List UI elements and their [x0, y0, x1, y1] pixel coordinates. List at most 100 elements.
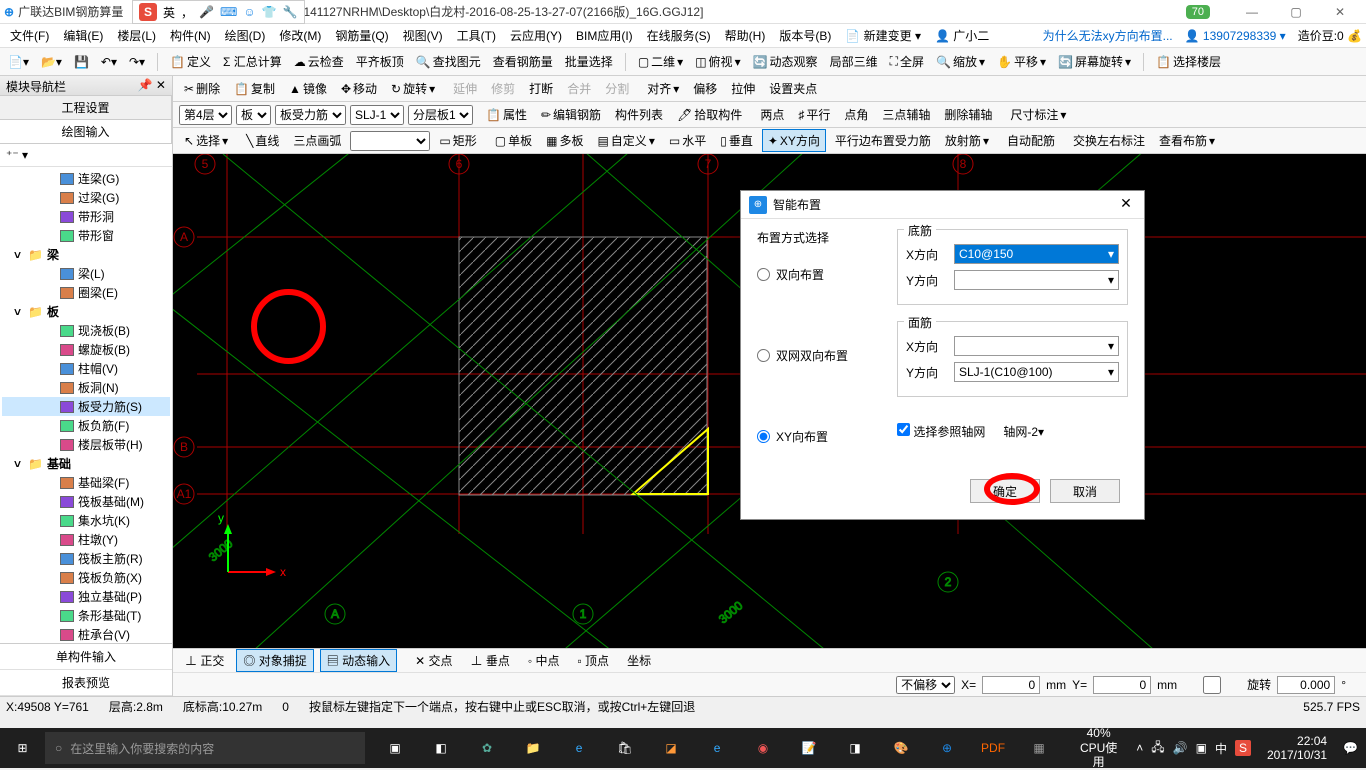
auto-rebar-button[interactable]: 自动配筋	[1002, 130, 1060, 151]
top-view-button[interactable]: ◫ 俯视 ▾	[691, 51, 744, 72]
dialog-close-button[interactable]: ✕	[1116, 195, 1136, 215]
radio-two-way[interactable]: 双向布置	[757, 266, 877, 283]
perpendicular-snap[interactable]: ⊥ 垂点	[464, 650, 515, 671]
single-slab-button[interactable]: ▢ 单板	[490, 130, 537, 151]
tree-node[interactable]: 基础梁(F)	[2, 473, 170, 492]
tree-node[interactable]: 带形窗	[2, 226, 170, 245]
taskbar-app-9[interactable]: PDF	[971, 728, 1015, 768]
tree-node[interactable]: 现浇板(B)	[2, 321, 170, 340]
view-layout-button[interactable]: 查看布筋 ▾	[1154, 130, 1220, 151]
menu-member[interactable]: 构件(N)	[164, 25, 217, 46]
tray-network-icon[interactable]: 🖧	[1151, 738, 1164, 759]
tree-node[interactable]: 螺旋板(B)	[2, 340, 170, 359]
owner-button[interactable]: 👤 广小二	[929, 25, 995, 46]
taskbar-store[interactable]: 🛍	[603, 728, 647, 768]
menu-file[interactable]: 文件(F)	[4, 25, 55, 46]
pan-button[interactable]: ✋ 平移 ▾	[993, 51, 1050, 72]
menu-online[interactable]: 在线服务(S)	[641, 25, 717, 46]
copy-button[interactable]: 📋 复制	[229, 78, 280, 99]
delete-axis-button[interactable]: 删除辅轴	[939, 104, 997, 125]
subtype-select[interactable]: 板受力筋	[275, 105, 346, 125]
taskbar-app-4[interactable]: ◉	[741, 728, 785, 768]
tree-node[interactable]: 筏板主筋(R)	[2, 549, 170, 568]
tree-node[interactable]: ˅📁基础	[2, 454, 170, 473]
cpu-meter[interactable]: 40%CPU使用	[1069, 726, 1128, 769]
2d-button[interactable]: ▢ 二维 ▾	[634, 51, 687, 72]
component-tree[interactable]: 连梁(G)过梁(G)带形洞带形窗˅📁梁梁(L)圈梁(E)˅📁板现浇板(B)螺旋板…	[0, 167, 172, 643]
code-select[interactable]: SLJ-1	[350, 105, 404, 125]
open-file-icon[interactable]: 📂▾	[37, 53, 66, 71]
point-angle-button[interactable]: 点角	[839, 104, 873, 125]
menu-draw[interactable]: 绘图(D)	[219, 25, 272, 46]
user-id[interactable]: 👤 13907298339 ▾	[1185, 29, 1286, 43]
taskbar-clock[interactable]: 22:042017/10/31	[1259, 734, 1335, 763]
radial-button[interactable]: 放射筋 ▾	[940, 130, 994, 151]
dyninput-toggle[interactable]: ▤ 动态输入	[320, 649, 397, 672]
taskbar-folder[interactable]: 📁	[511, 728, 555, 768]
report-preview[interactable]: 报表预览	[0, 670, 172, 696]
menu-floor[interactable]: 楼层(L)	[111, 25, 162, 46]
taskbar-search[interactable]: ○ 在这里输入你要搜索的内容	[45, 732, 365, 764]
multi-slab-button[interactable]: ▦ 多板	[541, 130, 588, 151]
trim-button[interactable]: 修剪	[486, 78, 520, 99]
tree-node[interactable]: 板洞(N)	[2, 378, 170, 397]
select-floor-button[interactable]: 📋 选择楼层	[1152, 51, 1225, 72]
radio-double-net[interactable]: 双网双向布置	[757, 347, 877, 364]
intersection-snap[interactable]: ✕ 交点	[409, 650, 458, 671]
offset-button[interactable]: 偏移	[688, 78, 722, 99]
menu-cloud[interactable]: 云应用(Y)	[504, 25, 568, 46]
tray-ime-icon[interactable]: 中	[1215, 740, 1227, 757]
shirt-icon[interactable]: 👕	[262, 5, 277, 19]
task-view-icon[interactable]: ▣	[373, 728, 417, 768]
tree-node[interactable]: 带形洞	[2, 207, 170, 226]
rotate-checkbox[interactable]	[1183, 676, 1241, 694]
wrench-icon[interactable]: 🔧	[283, 5, 298, 19]
horizontal-button[interactable]: ▭ 水平	[664, 130, 711, 151]
tray-app-icon[interactable]: ▣	[1196, 741, 1207, 755]
radio-xy[interactable]: XY向布置	[757, 428, 877, 445]
new-file-icon[interactable]: 📄▾	[4, 53, 33, 71]
ok-button[interactable]: 确定	[970, 479, 1040, 503]
menu-modify[interactable]: 修改(M)	[273, 25, 327, 46]
batch-select-button[interactable]: 批量选择	[561, 51, 617, 72]
tree-node[interactable]: 集水坑(K)	[2, 511, 170, 530]
single-component-input[interactable]: 单构件输入	[0, 644, 172, 670]
score-badge[interactable]: 70	[1186, 5, 1210, 19]
notification-icon[interactable]: 💬	[1343, 741, 1358, 755]
select-tool[interactable]: ↖ 选择 ▾	[179, 130, 233, 151]
pick-member-button[interactable]: 🖊 拾取构件	[672, 104, 747, 125]
keyboard-icon[interactable]: ⌨	[220, 5, 237, 19]
arc-options[interactable]	[350, 131, 430, 151]
undo-icon[interactable]: ↶▾	[97, 53, 121, 71]
cancel-button[interactable]: 取消	[1050, 479, 1120, 503]
member-list-button[interactable]: 构件列表	[610, 104, 668, 125]
view-rebar-button[interactable]: 查看钢筋量	[489, 51, 557, 72]
panel-pin-icon[interactable]: 📌 ✕	[138, 78, 166, 93]
menu-tool[interactable]: 工具(T)	[451, 25, 502, 46]
properties-button[interactable]: 📋 属性	[481, 104, 532, 125]
cloud-check-button[interactable]: ☁ 云检查	[290, 51, 348, 72]
mic-icon[interactable]: 🎤	[199, 5, 214, 19]
endpoint-snap[interactable]: ▫ 顶点	[571, 650, 615, 671]
edit-rebar-button[interactable]: ✏ 编辑钢筋	[536, 104, 606, 125]
x-input[interactable]	[982, 676, 1040, 694]
custom-button[interactable]: ▤ 自定义 ▾	[592, 130, 659, 151]
start-button[interactable]: ⊞	[0, 728, 45, 768]
ref-axis-checkbox[interactable]: 选择参照轴网	[897, 423, 985, 440]
tree-node[interactable]: 柱帽(V)	[2, 359, 170, 378]
ime-lang[interactable]: 英	[163, 4, 175, 21]
face-icon[interactable]: ☺	[243, 5, 255, 19]
dimension-button[interactable]: 尺寸标注 ▾	[1005, 104, 1071, 125]
xy-direction-button[interactable]: ✦ XY方向	[762, 129, 826, 152]
tree-node[interactable]: 圈梁(E)	[2, 283, 170, 302]
new-change-button[interactable]: 📄 新建变更 ▾	[839, 25, 927, 46]
menu-help[interactable]: 帮助(H)	[719, 25, 772, 46]
redo-icon[interactable]: ↷▾	[125, 53, 149, 71]
taskbar-app-7[interactable]: 🎨	[879, 728, 923, 768]
menu-edit[interactable]: 编辑(E)	[57, 25, 109, 46]
taskbar-app-8[interactable]: ⊕	[925, 728, 969, 768]
parallel-button[interactable]: ♯ 平行	[793, 104, 835, 125]
tray-sogou-icon[interactable]: S	[1235, 740, 1251, 756]
tree-node[interactable]: 梁(L)	[2, 264, 170, 283]
top-y-combo[interactable]: SLJ-1(C10@100)▾	[954, 362, 1119, 382]
